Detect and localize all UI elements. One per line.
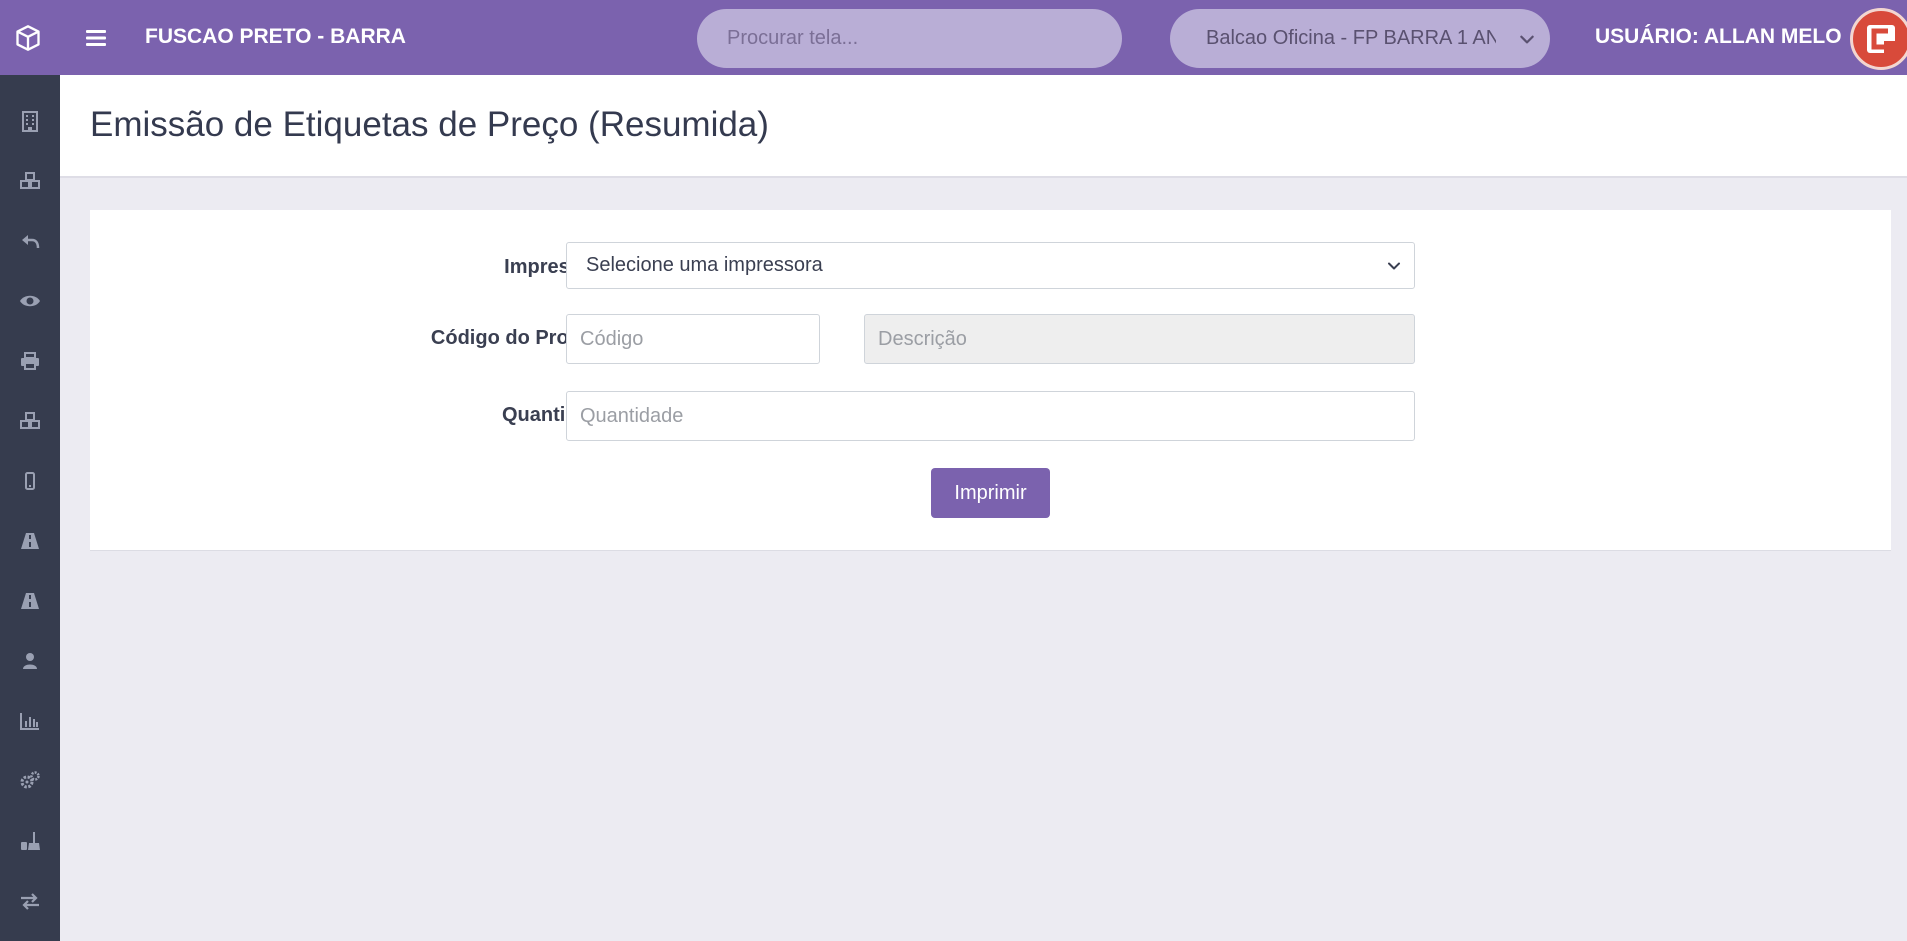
sidebar-item-routes[interactable] [0,521,60,561]
mobile-icon [25,472,35,490]
quantity-label: Quantidade [501,404,612,426]
printer-select[interactable]: Selecione uma impressora [566,242,1415,289]
printer-label: Impressora [504,256,612,278]
broom-icon [21,832,40,850]
print-icon [21,352,39,370]
reply-icon [22,235,40,249]
printer-select-value: Selecione uma impressora [586,254,823,276]
sidebar-item-products[interactable] [0,161,60,201]
chevron-down-icon [1388,262,1400,270]
screen-search-input[interactable] [697,9,1122,68]
page-title: Emissão de Etiquetas de Preço (Resumida) [90,105,769,144]
user-avatar[interactable] [1850,8,1907,70]
branch-select[interactable]: Balcao Oficina - FP BARRA 1 AN [1170,9,1550,68]
sidebar-item-view[interactable] [0,281,60,321]
product-code-input[interactable] [566,314,820,364]
hamburger-menu-icon[interactable] [84,26,108,50]
sidebar-item-settings[interactable] [0,761,60,801]
sidebar-item-printing[interactable] [0,341,60,381]
sidebar-item-mobile[interactable] [0,461,60,501]
sidebar-item-reports[interactable] [0,701,60,741]
page-header: Emissão de Etiquetas de Preço (Resumida) [60,75,1907,178]
bar-chart-icon [20,713,39,730]
product-description-field [864,314,1415,364]
print-button[interactable]: Imprimir [931,468,1050,518]
road-icon [21,533,39,549]
exchange-icon [21,893,39,910]
app-logo-cube-icon[interactable] [0,0,55,75]
quantity-input[interactable] [566,391,1415,441]
sidebar-item-stock[interactable] [0,401,60,441]
road-icon [21,593,39,609]
sidebar-item-cleanup[interactable] [0,821,60,861]
top-bar: FUSCAO PRETO - BARRA Balcao Oficina - FP… [0,0,1907,75]
product-code-label: Código do Produto [430,327,612,349]
sidebar-item-returns[interactable] [0,221,60,261]
gears-icon [20,771,40,789]
cubes-icon [20,412,40,429]
sidebar [0,75,60,941]
branch-select-value: Balcao Oficina - FP BARRA 1 AN [1206,27,1496,49]
cubes-icon [20,172,40,189]
user-name: USUÁRIO: ALLAN MELO [1595,25,1842,48]
company-name: FUSCAO PRETO - BARRA [145,25,406,48]
sidebar-item-companies[interactable] [0,101,60,141]
building-icon [22,111,38,132]
label-form-card: Impressora Selecione uma impressora Códi… [90,210,1891,551]
user-icon [23,653,37,669]
eye-icon [20,295,40,307]
sidebar-item-logistics[interactable] [0,581,60,621]
chevron-down-icon [1520,35,1534,44]
sidebar-item-transfers[interactable] [0,881,60,921]
sidebar-item-users[interactable] [0,641,60,681]
